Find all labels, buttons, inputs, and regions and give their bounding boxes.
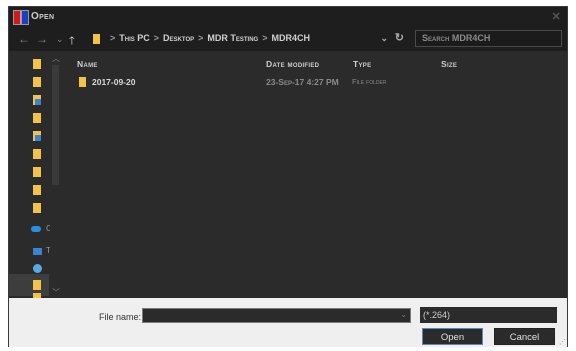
column-header-size[interactable]: Size xyxy=(441,59,457,69)
column-header-name[interactable]: Name xyxy=(77,59,98,69)
file-name-dropdown-icon[interactable]: ⌄ xyxy=(400,310,407,319)
sidebar-item-folder-icon[interactable] xyxy=(33,203,41,213)
refresh-icon[interactable]: ↻ xyxy=(395,30,404,47)
open-dialog: Open ✕ ← → ⌄ 🡑 > This PC > Desktop > MDR Test… xyxy=(8,6,568,347)
folder-icon xyxy=(93,33,100,44)
sidebar-scrollbar[interactable]: ︿ ﹀ xyxy=(50,51,61,298)
breadcrumb-separator: > xyxy=(198,33,204,43)
scrollbar-thumb[interactable] xyxy=(52,65,59,185)
breadcrumb-desktop[interactable]: Desktop xyxy=(163,33,194,43)
forward-arrow-icon[interactable]: → xyxy=(36,32,48,46)
sidebar-item-onedrive-icon[interactable] xyxy=(31,226,41,232)
dialog-footer: File name: ⌄ (*.264) Open Cancel ⋰ xyxy=(9,298,567,347)
file-type: File folder xyxy=(352,77,387,86)
breadcrumb-separator: > xyxy=(262,33,268,43)
app-flag-icon xyxy=(13,10,29,25)
search-input[interactable]: Search MDR4CH xyxy=(415,30,562,47)
breadcrumb-separator: > xyxy=(153,33,160,43)
sidebar-item-folder-icon[interactable] xyxy=(33,59,41,69)
scroll-up-icon[interactable]: ︿ xyxy=(52,53,60,64)
file-date-modified: 23-Sep-17 4:27 PM xyxy=(266,77,339,87)
file-list: Name Date modified Type Size 2017-09-20 … xyxy=(61,51,567,298)
file-type-filter[interactable]: (*.264) xyxy=(420,307,557,323)
file-name-input[interactable]: ⌄ xyxy=(142,308,411,323)
recent-locations-icon[interactable]: ⌄ xyxy=(56,34,64,45)
resize-grip-icon[interactable]: ⋰ xyxy=(559,338,566,346)
sidebar-item-network-icon[interactable] xyxy=(33,264,42,273)
sidebar-item-folder-icon[interactable] xyxy=(33,280,41,290)
sidebar-item-this-pc-icon[interactable] xyxy=(33,248,42,255)
sidebar-item-folder-icon[interactable] xyxy=(33,113,41,123)
up-arrow-icon[interactable]: 🡑 xyxy=(69,32,75,51)
sidebar-item-folder-icon[interactable] xyxy=(33,149,41,159)
breadcrumb-this-pc[interactable]: This PC xyxy=(119,33,150,43)
file-row[interactable]: 2017-09-20 23-Sep-17 4:27 PM File folder xyxy=(73,76,403,88)
sidebar-item-folder-icon[interactable] xyxy=(33,77,41,87)
back-arrow-icon[interactable]: ← xyxy=(18,32,30,46)
open-button[interactable]: Open xyxy=(422,328,483,345)
breadcrumb-mdr4ch[interactable]: MDR4CH xyxy=(271,33,310,43)
sidebar-selected-highlight xyxy=(9,274,49,296)
breadcrumb-separator: > xyxy=(110,33,116,43)
sidebar-item-documents-icon[interactable] xyxy=(33,95,41,105)
navigation-bar: ← → ⌄ 🡑 > This PC > Desktop > MDR Testing > MDR… xyxy=(9,27,567,51)
address-dropdown-icon[interactable]: ⌄ xyxy=(380,30,388,47)
sidebar-item-documents-icon[interactable] xyxy=(33,131,41,141)
folder-icon xyxy=(79,77,86,87)
column-header-date-modified[interactable]: Date modified xyxy=(266,59,319,69)
sidebar-item-folder-icon[interactable] xyxy=(33,185,41,195)
navigation-pane: C T ︿ ﹀ xyxy=(9,51,61,298)
sidebar-item-folder-icon[interactable] xyxy=(33,167,41,177)
file-name-label: File name: xyxy=(99,312,142,322)
breadcrumb-mdr-testing[interactable]: MDR Testing xyxy=(207,33,258,43)
window-title: Open xyxy=(31,11,55,22)
close-icon[interactable]: ✕ xyxy=(551,10,561,23)
column-header-type[interactable]: Type xyxy=(353,59,371,69)
cancel-button[interactable]: Cancel xyxy=(494,328,555,345)
file-name: 2017-09-20 xyxy=(92,77,136,87)
scroll-down-icon[interactable]: ﹀ xyxy=(52,287,60,298)
address-bar[interactable]: > This PC > Desktop > MDR Testing > MDR4CH ⌄ ↻ xyxy=(87,30,410,47)
title-bar: Open ✕ xyxy=(9,7,567,27)
